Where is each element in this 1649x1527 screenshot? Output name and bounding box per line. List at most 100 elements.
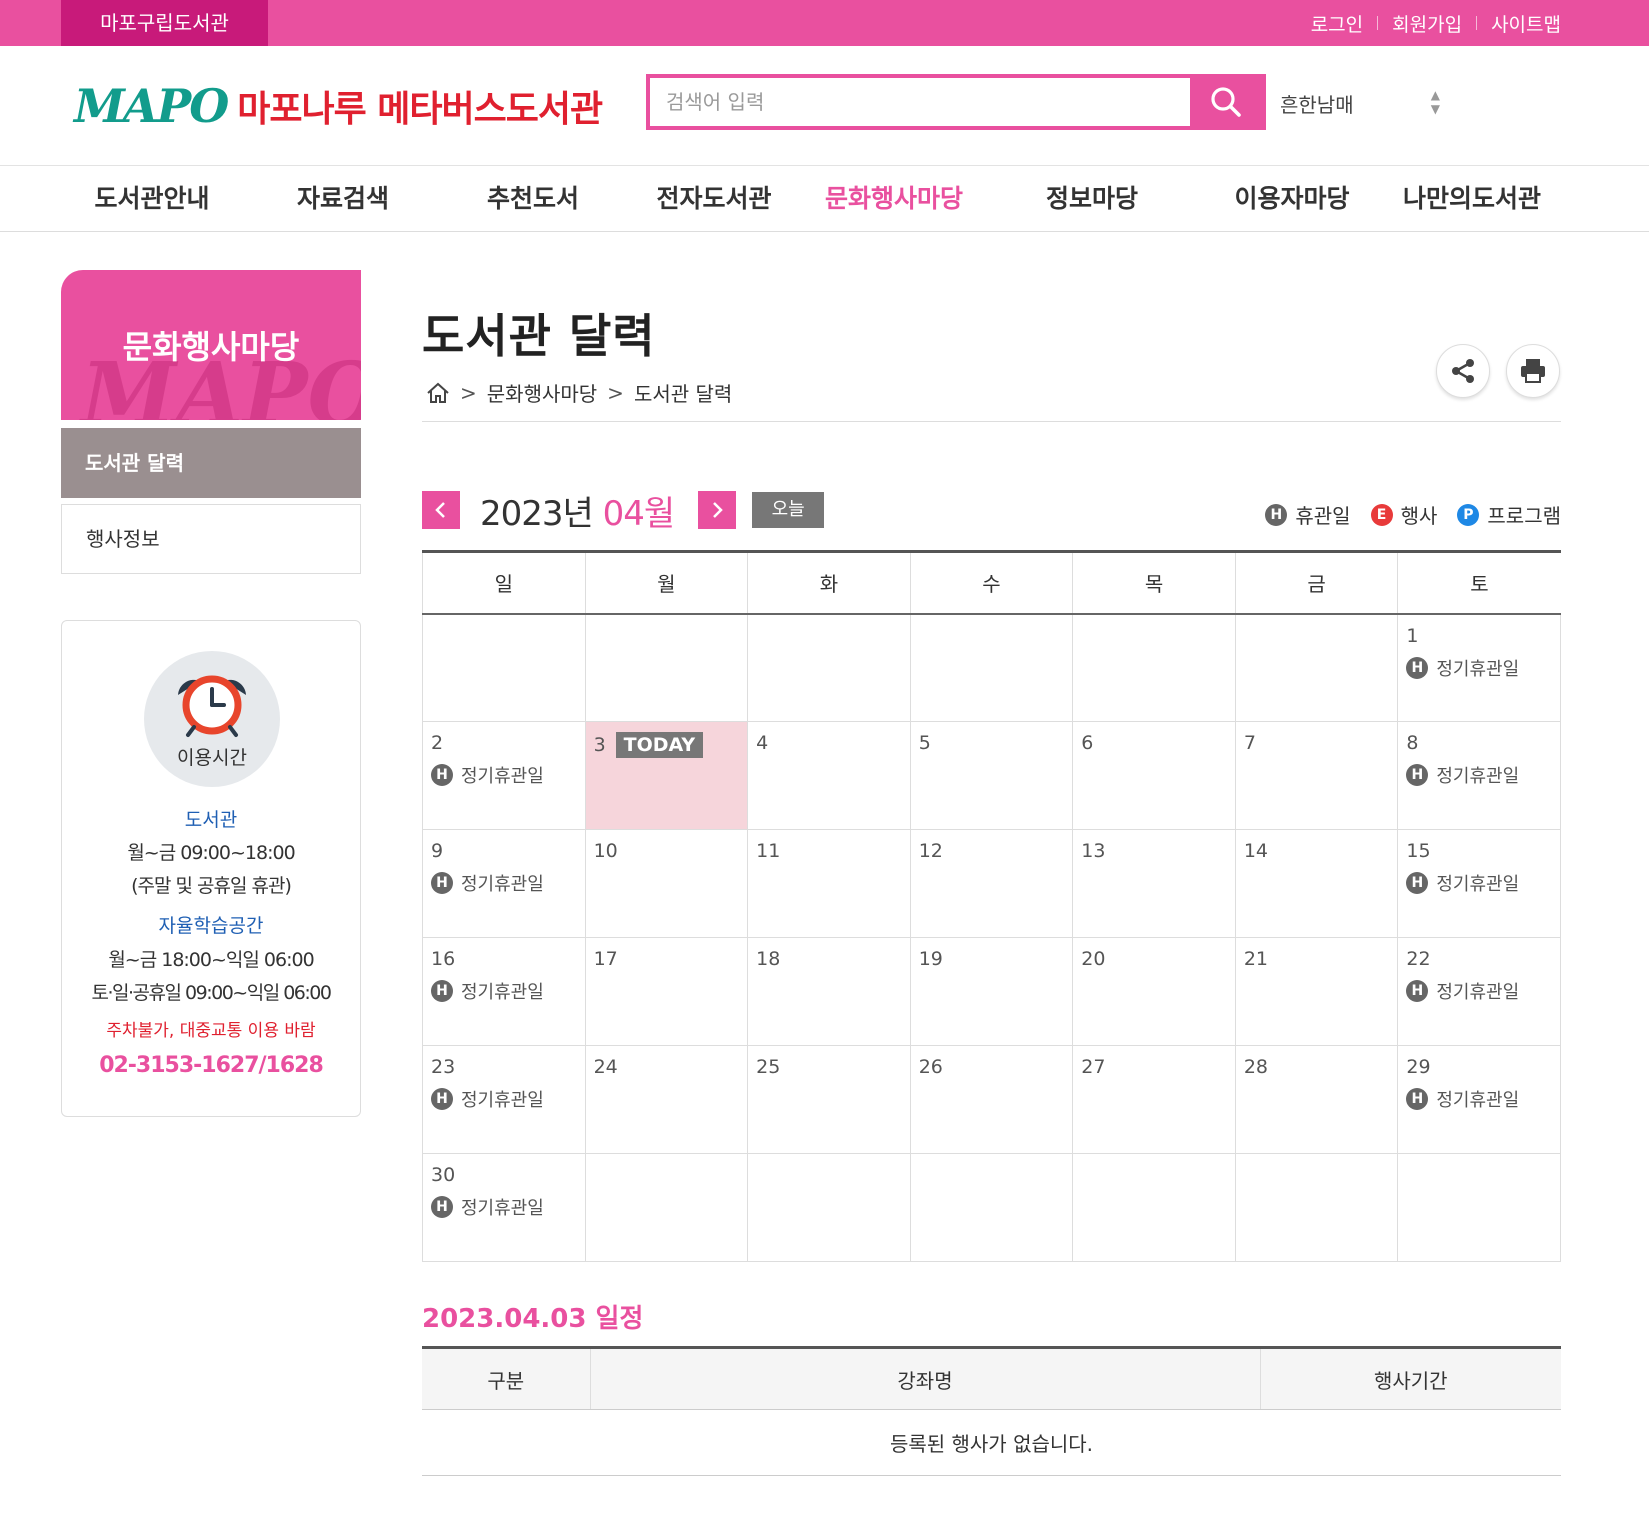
today-button[interactable]: 오늘 bbox=[752, 492, 825, 528]
print-button[interactable] bbox=[1506, 344, 1560, 398]
calendar-day-cell[interactable]: 20 bbox=[1072, 937, 1236, 1046]
font-select[interactable]: 흔한남매 ▲ ▼ bbox=[1280, 80, 1440, 126]
calendar-day-cell[interactable]: 9 H 정기휴관일 bbox=[422, 829, 586, 938]
calendar-day-number: 1 bbox=[1406, 624, 1419, 647]
share-button[interactable] bbox=[1436, 344, 1490, 398]
calendar-day-number: 8 bbox=[1406, 732, 1419, 754]
calendar-day-cell[interactable]: 14 bbox=[1234, 829, 1399, 938]
calendar-navigation: 2023년 04월 오늘 bbox=[422, 490, 825, 534]
calendar-week-row: 30 H 정기휴관일 bbox=[422, 1153, 1561, 1262]
holiday-event[interactable]: H 정기휴관일 bbox=[431, 762, 577, 788]
nav-user-corner[interactable]: 이용자마당 bbox=[1234, 166, 1349, 232]
breadcrumb: > 문화행사마당 > 도서관 달력 bbox=[426, 378, 732, 407]
legend-event: E 행사 bbox=[1370, 500, 1437, 529]
nav-my-library[interactable]: 나만의도서관 bbox=[1403, 166, 1541, 232]
join-link[interactable]: 회원가입 bbox=[1392, 10, 1462, 37]
calendar-day-cell[interactable]: 16 H 정기휴관일 bbox=[422, 937, 586, 1046]
holiday-event[interactable]: H 정기휴관일 bbox=[1406, 978, 1552, 1004]
weekday-header: 화 bbox=[747, 551, 911, 615]
home-icon[interactable] bbox=[426, 382, 450, 404]
holiday-event[interactable]: H 정기휴관일 bbox=[431, 870, 577, 896]
calendar-day-cell[interactable]: 29 H 정기휴관일 bbox=[1397, 1045, 1561, 1154]
schedule-header-row: 구분 강좌명 행사기간 bbox=[422, 1347, 1561, 1410]
calendar-day-number: 20 bbox=[1081, 948, 1106, 970]
mapo-library-home-link[interactable]: 마포구립도서관 bbox=[61, 0, 268, 46]
calendar-day-cell[interactable]: 12 bbox=[909, 829, 1074, 938]
calendar-day-cell[interactable]: 11 bbox=[747, 829, 911, 938]
sitemap-link[interactable]: 사이트맵 bbox=[1491, 10, 1561, 37]
calendar-day-cell[interactable]: 23 H 정기휴관일 bbox=[422, 1045, 586, 1154]
login-link[interactable]: 로그인 bbox=[1311, 10, 1363, 37]
prev-month-button[interactable] bbox=[422, 491, 460, 529]
holiday-event-label: 정기휴관일 bbox=[1436, 874, 1520, 895]
holiday-event[interactable]: H 정기휴관일 bbox=[431, 978, 577, 1004]
holiday-event[interactable]: H 정기휴관일 bbox=[431, 1194, 577, 1220]
calendar-day-number: 12 bbox=[918, 840, 943, 862]
calendar-empty-cell bbox=[584, 1153, 749, 1262]
holiday-event[interactable]: H 정기휴관일 bbox=[1406, 870, 1552, 896]
calendar-day-cell[interactable]: 18 bbox=[747, 937, 911, 1046]
calendar-day-cell[interactable]: 8 H 정기휴관일 bbox=[1397, 721, 1561, 830]
schedule-empty-row: 등록된 행사가 없습니다. bbox=[422, 1409, 1561, 1476]
holiday-event[interactable]: H 정기휴관일 bbox=[1406, 1086, 1552, 1112]
nav-culture-events[interactable]: 문화행사마당 bbox=[825, 166, 963, 232]
calendar-day-cell[interactable]: 13 bbox=[1072, 829, 1236, 938]
calendar-empty-cell bbox=[747, 613, 911, 722]
calendar-day-cell[interactable]: 27 bbox=[1072, 1045, 1236, 1154]
calendar-legend: H 휴관일 E 행사 P 프로그램 bbox=[1245, 500, 1561, 529]
side-menu-item-event-info[interactable]: 행사정보 bbox=[61, 504, 361, 574]
holiday-badge-icon: H bbox=[431, 1088, 453, 1110]
calendar-day-cell[interactable]: 1 H 정기휴관일 bbox=[1397, 613, 1561, 722]
calendar-day-cell[interactable]: 3 TODAY bbox=[584, 721, 749, 830]
calendar-day-cell[interactable]: 21 bbox=[1234, 937, 1399, 1046]
calendar-empty-cell bbox=[422, 613, 586, 722]
holiday-event[interactable]: H 정기휴관일 bbox=[431, 1086, 577, 1112]
calendar-day-cell[interactable]: 17 bbox=[584, 937, 749, 1046]
nav-library-info[interactable]: 도서관안내 bbox=[94, 166, 209, 232]
calendar-day-cell[interactable]: 5 bbox=[909, 721, 1074, 830]
nav-information[interactable]: 정보마당 bbox=[1046, 166, 1138, 232]
calendar-day-cell[interactable]: 6 bbox=[1072, 721, 1236, 830]
nav-e-library[interactable]: 전자도서관 bbox=[656, 166, 771, 232]
calendar-day-cell[interactable]: 24 bbox=[584, 1045, 749, 1154]
print-icon bbox=[1521, 359, 1545, 383]
calendar-week-row: 9 H 정기휴관일 10 11 12 13 14 15 H 정기휴관일 bbox=[422, 829, 1561, 938]
calendar-day-cell[interactable]: 15 H 정기휴관일 bbox=[1397, 829, 1561, 938]
calendar-empty-cell bbox=[909, 1153, 1074, 1262]
calendar-day-number: 29 bbox=[1406, 1056, 1431, 1078]
calendar-day-cell[interactable]: 26 bbox=[909, 1045, 1074, 1154]
holiday-event-label: 정기휴관일 bbox=[1436, 1090, 1520, 1111]
calendar-day-cell[interactable]: 4 bbox=[747, 721, 911, 830]
weekday-header: 월 bbox=[584, 551, 748, 615]
calendar-day-cell[interactable]: 10 bbox=[584, 829, 749, 938]
library-hours-note: (주말 및 공휴일 휴관) bbox=[131, 875, 292, 897]
holiday-event[interactable]: H 정기휴관일 bbox=[1406, 762, 1552, 788]
calendar-empty-cell bbox=[747, 1153, 911, 1262]
calendar-day-cell[interactable]: 28 bbox=[1234, 1045, 1399, 1154]
calendar-day-cell[interactable]: 7 bbox=[1234, 721, 1399, 830]
calendar-day-cell[interactable]: 25 bbox=[747, 1045, 911, 1154]
search-button[interactable] bbox=[1190, 78, 1262, 126]
calendar-day-number: 16 bbox=[431, 948, 456, 970]
breadcrumb-item-culture-events[interactable]: 문화행사마당 bbox=[487, 378, 597, 407]
schedule-table: 구분 강좌명 행사기간 등록된 행사가 없습니다. bbox=[422, 1346, 1561, 1476]
main-navigation: 도서관안내 자료검색 추천도서 전자도서관 문화행사마당 정보마당 이용자마당 … bbox=[0, 166, 1649, 232]
calendar-empty-cell bbox=[1234, 1153, 1399, 1262]
breadcrumb-item-library-calendar[interactable]: 도서관 달력 bbox=[634, 378, 732, 407]
holiday-event[interactable]: H 정기휴관일 bbox=[1406, 655, 1552, 681]
calendar-day-cell[interactable]: 2 H 정기휴관일 bbox=[422, 721, 586, 830]
breadcrumb-separator: > bbox=[607, 380, 624, 405]
legend-program: P 프로그램 bbox=[1457, 500, 1561, 529]
nav-material-search[interactable]: 자료검색 bbox=[297, 166, 389, 232]
holiday-event-label: 정기휴관일 bbox=[1436, 982, 1520, 1003]
next-month-button[interactable] bbox=[698, 491, 737, 529]
calendar-day-cell[interactable]: 19 bbox=[909, 937, 1074, 1046]
site-logo[interactable]: MAPO 마포나루 메타버스도서관 bbox=[74, 76, 603, 136]
search-input[interactable] bbox=[650, 78, 1190, 126]
side-menu-item-library-calendar[interactable]: 도서관 달력 bbox=[61, 428, 361, 498]
nav-recommended-books[interactable]: 추천도서 bbox=[487, 166, 579, 232]
holiday-event-label: 정기휴관일 bbox=[461, 874, 544, 895]
calendar-day-cell[interactable]: 22 H 정기휴관일 bbox=[1397, 937, 1561, 1046]
calendar-day-cell[interactable]: 30 H 정기휴관일 bbox=[422, 1153, 586, 1262]
calendar-table: 일 월 화 수 목 금 토 1 H 정기휴관일 2 H 정기휴관일 3 TODAY 4 5 6 7 8 H… bbox=[422, 550, 1561, 1262]
